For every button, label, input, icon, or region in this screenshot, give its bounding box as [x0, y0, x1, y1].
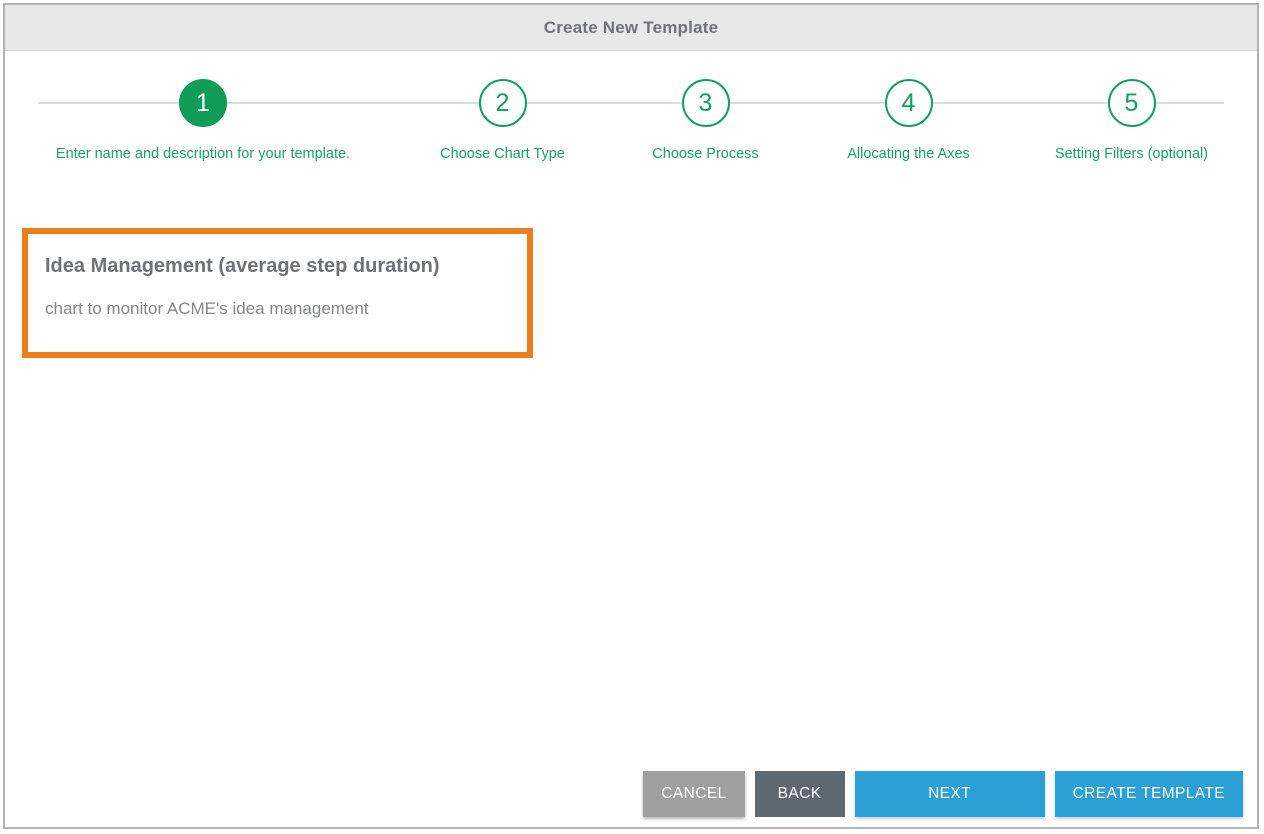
create-template-button[interactable]: CREATE TEMPLATE: [1054, 771, 1243, 817]
dialog-title-bar: Create New Template: [5, 5, 1257, 51]
dialog-footer: CANCEL BACK NEXT CREATE TEMPLATE: [633, 771, 1243, 817]
stepper-steps: 1 Enter name and description for your te…: [5, 51, 1257, 162]
stepper-step-2[interactable]: 2 Choose Chart Type: [401, 51, 604, 162]
step-label-4: Allocating the Axes: [847, 146, 970, 162]
step-number-badge-2: 2: [478, 79, 527, 127]
cancel-button[interactable]: CANCEL: [643, 771, 745, 817]
dialog-title: Create New Template: [543, 17, 719, 37]
create-template-dialog: Create New Template 1 Enter name and des…: [3, 3, 1259, 829]
stepper-step-5[interactable]: 5 Setting Filters (optional): [1010, 51, 1253, 162]
step-number-badge-5: 5: [1107, 79, 1156, 127]
step-label-5: Setting Filters (optional): [1054, 146, 1209, 162]
stepper-step-4[interactable]: 4 Allocating the Axes: [807, 51, 1010, 162]
template-description-value[interactable]: chart to monitor ACME's idea management: [45, 299, 510, 319]
step-label-3: Choose Process: [652, 146, 759, 162]
step-number-badge-1: 1: [179, 79, 227, 127]
step-number-badge-3: 3: [681, 79, 730, 127]
step-label-1: Enter name and description for your temp…: [55, 146, 351, 162]
step-number-badge-4: 4: [884, 79, 933, 127]
dialog-body: 1 Enter name and description for your te…: [5, 51, 1257, 827]
step-label-2: Choose Chart Type: [440, 146, 565, 162]
next-button[interactable]: NEXT: [854, 771, 1045, 817]
stepper-step-3[interactable]: 3 Choose Process: [604, 51, 807, 162]
stepper-step-1[interactable]: 1 Enter name and description for your te…: [5, 51, 401, 162]
wizard-stepper: 1 Enter name and description for your te…: [5, 51, 1257, 166]
template-name-description-field[interactable]: Idea Management (average step duration) …: [22, 228, 533, 358]
template-name-value[interactable]: Idea Management (average step duration): [45, 254, 510, 278]
back-button[interactable]: BACK: [754, 771, 845, 817]
